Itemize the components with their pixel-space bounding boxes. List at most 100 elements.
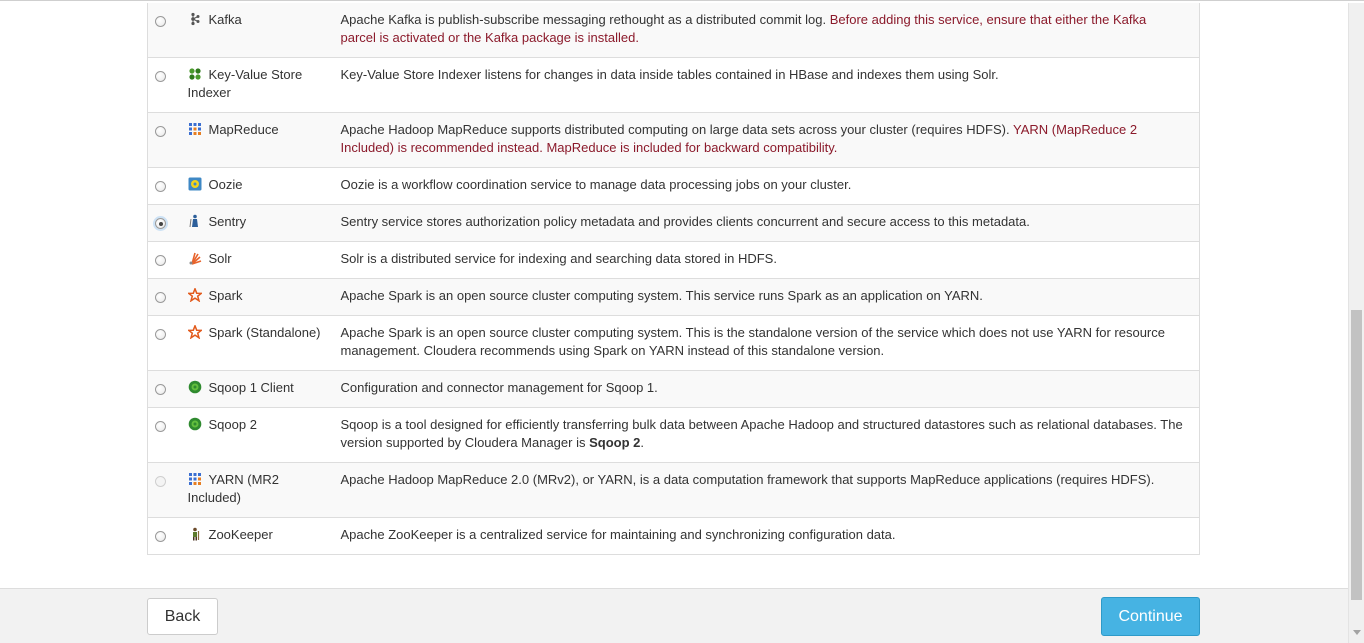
service-row-spark-standalone[interactable]: Spark (Standalone) Apache Spark is an ope…	[147, 315, 1200, 371]
service-description-cell: Apache Kafka is publish-subscribe messag…	[340, 3, 1200, 58]
service-name-cell: Sqoop 1 Client	[179, 370, 341, 408]
service-description-tail: .	[640, 435, 644, 450]
service-name-cell: Key-Value Store Indexer	[179, 57, 341, 113]
service-radio-yarn	[155, 476, 166, 487]
service-row-key-value-store-indexer[interactable]: Key-Value Store Indexer Key-Value Store I…	[147, 57, 1200, 113]
service-description: Apache Spark is an open source cluster c…	[340, 325, 1165, 358]
service-name: Spark (Standalone)	[208, 325, 321, 340]
key-value-store-icon	[188, 67, 202, 81]
service-row-spark[interactable]: Spark Apache Spark is an open source clus…	[147, 278, 1200, 316]
service-name: Sqoop 1 Client	[208, 380, 294, 395]
service-row-sqoop1-client[interactable]: Sqoop 1 Client Configuration and connecto…	[147, 370, 1200, 408]
service-name-cell: Oozie	[179, 167, 341, 205]
zookeeper-icon	[188, 527, 202, 541]
radio-cell	[147, 204, 180, 242]
mapreduce-icon	[188, 122, 202, 136]
radio-cell	[147, 3, 180, 58]
service-name-cell: YARN (MR2 Included)	[179, 462, 341, 518]
service-name: Key-Value Store Indexer	[187, 67, 303, 100]
service-name-cell: Sqoop 2	[179, 407, 341, 463]
radio-cell	[147, 112, 180, 168]
radio-cell	[147, 241, 180, 279]
service-row-oozie[interactable]: Oozie Oozie is a workflow coordination se…	[147, 167, 1200, 205]
kafka-icon	[188, 12, 202, 26]
continue-button[interactable]: Continue	[1101, 597, 1200, 636]
service-description-cell: Solr is a distributed service for indexi…	[340, 241, 1200, 279]
service-radio-sentry[interactable]	[155, 218, 166, 229]
radio-cell	[147, 57, 180, 113]
service-description: Key-Value Store Indexer listens for chan…	[340, 67, 999, 82]
service-description-cell: Apache ZooKeeper is a centralized servic…	[340, 517, 1200, 555]
service-radio-mapreduce[interactable]	[155, 126, 166, 137]
service-name-cell: Sentry	[179, 204, 341, 242]
service-description: Apache Hadoop MapReduce 2.0 (MRv2), or Y…	[340, 472, 1155, 487]
radio-cell	[147, 370, 180, 408]
services-table: Kafka Apache Kafka is publish-subscribe m…	[147, 3, 1200, 555]
service-name: Solr	[208, 251, 232, 266]
service-description: Oozie is a workflow coordination service…	[340, 177, 852, 192]
service-name-cell: MapReduce	[179, 112, 341, 168]
service-description: Sqoop is a tool designed for efficiently…	[340, 417, 1183, 450]
service-row-sqoop2[interactable]: Sqoop 2 Sqoop is a tool designed for effi…	[147, 407, 1200, 463]
service-name: Sqoop 2	[208, 417, 257, 432]
service-radio-sqoop1-client[interactable]	[155, 384, 166, 395]
service-name: Oozie	[208, 177, 243, 192]
service-description-cell: Apache Spark is an open source cluster c…	[340, 278, 1200, 316]
service-description: Apache Kafka is publish-subscribe messag…	[340, 12, 827, 27]
service-name-cell: Spark	[179, 278, 341, 316]
service-radio-spark[interactable]	[155, 292, 166, 303]
service-radio-kafka[interactable]	[155, 16, 166, 27]
sqoop-icon	[188, 417, 202, 431]
radio-cell	[147, 167, 180, 205]
service-description-emphasis: Sqoop 2	[589, 435, 641, 450]
services-panel: Kafka Apache Kafka is publish-subscribe m…	[0, 3, 1348, 590]
service-description-cell: Key-Value Store Indexer listens for chan…	[340, 57, 1200, 113]
radio-cell	[147, 462, 180, 518]
service-name: MapReduce	[208, 122, 279, 137]
spark-icon	[186, 323, 203, 340]
oozie-icon	[188, 177, 202, 191]
solr-icon	[188, 251, 202, 265]
service-name-cell: ZooKeeper	[179, 517, 341, 555]
service-name: Sentry	[208, 214, 247, 229]
service-radio-spark-standalone[interactable]	[155, 329, 166, 340]
service-row-zookeeper[interactable]: ZooKeeper Apache ZooKeeper is a centraliz…	[147, 517, 1200, 555]
service-row-sentry[interactable]: Sentry Sentry service stores authorizatio…	[147, 204, 1200, 242]
radio-cell	[147, 517, 180, 555]
service-radio-oozie[interactable]	[155, 181, 166, 192]
scroll-down-arrow-icon[interactable]	[1353, 630, 1361, 635]
service-radio-key-value-store-indexer[interactable]	[155, 71, 166, 82]
service-name-cell: Spark (Standalone)	[179, 315, 341, 371]
service-description-cell: Apache Hadoop MapReduce supports distrib…	[340, 112, 1200, 168]
service-row-yarn[interactable]: YARN (MR2 Included) Apache Hadoop MapRedu…	[147, 462, 1200, 518]
back-button[interactable]: Back	[147, 598, 218, 635]
yarn-icon	[188, 472, 202, 486]
service-description-cell: Configuration and connector management f…	[340, 370, 1200, 408]
service-description: Sentry service stores authorization poli…	[340, 214, 1030, 229]
service-description-cell: Sentry service stores authorization poli…	[340, 204, 1200, 242]
service-name-cell: Kafka	[179, 3, 341, 58]
service-row-kafka[interactable]: Kafka Apache Kafka is publish-subscribe m…	[147, 3, 1200, 58]
radio-cell	[147, 315, 180, 371]
service-row-mapreduce[interactable]: MapReduce Apache Hadoop MapReduce support…	[147, 112, 1200, 168]
sqoop-icon	[188, 380, 202, 394]
vertical-scrollbar[interactable]	[1348, 3, 1364, 643]
wizard-footer: Back Continue	[0, 588, 1348, 643]
radio-cell	[147, 278, 180, 316]
service-name: ZooKeeper	[208, 527, 273, 542]
spark-icon	[186, 286, 203, 303]
service-row-solr[interactable]: Solr Solr is a distributed service for in…	[147, 241, 1200, 279]
service-radio-zookeeper[interactable]	[155, 531, 166, 542]
service-description: Solr is a distributed service for indexi…	[340, 251, 777, 266]
service-description: Apache Hadoop MapReduce supports distrib…	[340, 122, 1010, 137]
service-description-cell: Sqoop is a tool designed for efficiently…	[340, 407, 1200, 463]
service-name-cell: Solr	[179, 241, 341, 279]
scrollbar-thumb[interactable]	[1351, 310, 1362, 600]
service-name: Spark	[208, 288, 243, 303]
service-description-cell: Oozie is a workflow coordination service…	[340, 167, 1200, 205]
service-description-cell: Apache Hadoop MapReduce 2.0 (MRv2), or Y…	[340, 462, 1200, 518]
service-radio-solr[interactable]	[155, 255, 166, 266]
radio-cell	[147, 407, 180, 463]
service-radio-sqoop2[interactable]	[155, 421, 166, 432]
service-name: Kafka	[208, 12, 242, 27]
